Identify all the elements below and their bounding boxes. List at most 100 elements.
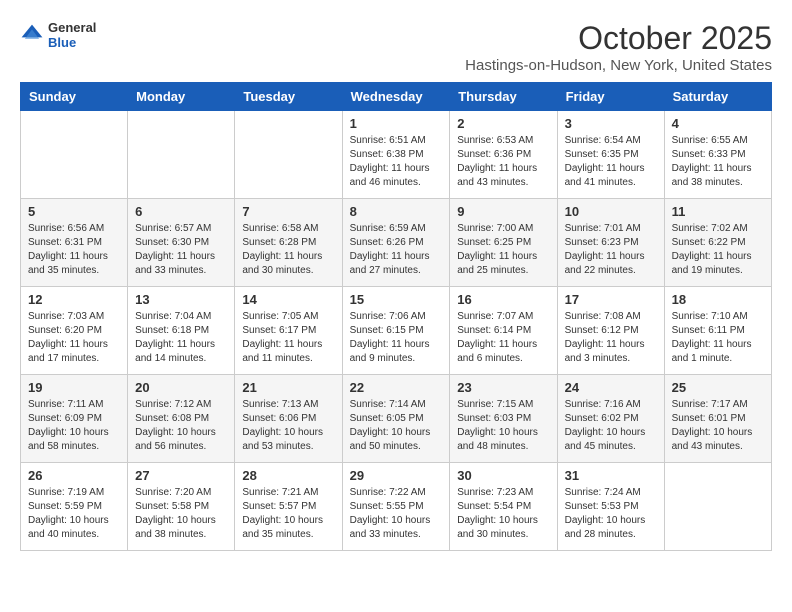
month-title: October 2025 [465,20,772,57]
calendar-cell [21,111,128,199]
calendar-week-3: 12 Sunrise: 7:03 AM Sunset: 6:20 PM Dayli… [21,287,772,375]
calendar-cell: 13 Sunrise: 7:04 AM Sunset: 6:18 PM Dayli… [128,287,235,375]
day-number: 26 [28,468,120,483]
day-number: 24 [565,380,657,395]
day-number: 25 [672,380,764,395]
day-number: 31 [565,468,657,483]
day-info: Sunrise: 7:00 AM Sunset: 6:25 PM Dayligh… [457,222,549,278]
day-info: Sunrise: 7:13 AM Sunset: 6:06 PM Dayligh… [242,398,334,454]
calendar-cell [128,111,235,199]
day-number: 9 [457,204,549,219]
title-section: October 2025 Hastings-on-Hudson, New Yor… [465,20,772,74]
day-info: Sunrise: 6:57 AM Sunset: 6:30 PM Dayligh… [135,222,227,278]
day-info: Sunrise: 7:02 AM Sunset: 6:22 PM Dayligh… [672,222,764,278]
calendar-cell: 29Sunrise: 7:22 AM Sunset: 5:55 PM Dayli… [342,463,450,551]
calendar-week-5: 26 Sunrise: 7:19 AM Sunset: 5:59 PM Dayli… [21,463,772,551]
weekday-header-monday: Monday [128,83,235,111]
logo: General Blue [20,20,96,50]
day-number: 16 [457,292,549,307]
day-info: Sunrise: 6:59 AM Sunset: 6:26 PM Dayligh… [350,222,443,278]
calendar-cell: 30Sunrise: 7:23 AM Sunset: 5:54 PM Dayli… [450,463,557,551]
logo-text: General Blue [48,20,96,50]
day-info: Sunrise: 7:22 AM Sunset: 5:55 PM Dayligh… [350,486,443,542]
day-info: Sunrise: 7:16 AM Sunset: 6:02 PM Dayligh… [565,398,657,454]
calendar-cell: 4 Sunrise: 6:55 AM Sunset: 6:33 PM Daylig… [664,111,771,199]
weekday-header-tuesday: Tuesday [235,83,342,111]
location-title: Hastings-on-Hudson, New York, United Sta… [465,57,772,74]
day-number: 18 [672,292,764,307]
calendar-cell: 9 Sunrise: 7:00 AM Sunset: 6:25 PM Daylig… [450,199,557,287]
weekday-header-saturday: Saturday [664,83,771,111]
weekday-header-friday: Friday [557,83,664,111]
day-number: 11 [672,204,764,219]
day-number: 6 [135,204,227,219]
day-number: 20 [135,380,227,395]
calendar-cell: 21 Sunrise: 7:13 AM Sunset: 6:06 PM Dayli… [235,375,342,463]
logo-icon [20,23,44,47]
day-info: Sunrise: 7:08 AM Sunset: 6:12 PM Dayligh… [565,310,657,366]
calendar-week-2: 5 Sunrise: 6:56 AM Sunset: 6:31 PM Daylig… [21,199,772,287]
day-info: Sunrise: 7:11 AM Sunset: 6:09 PM Dayligh… [28,398,120,454]
weekday-header-sunday: Sunday [21,83,128,111]
calendar-cell: 2 Sunrise: 6:53 AM Sunset: 6:36 PM Daylig… [450,111,557,199]
calendar-cell: 25 Sunrise: 7:17 AM Sunset: 6:01 PM Dayli… [664,375,771,463]
calendar-cell: 7Sunrise: 6:58 AM Sunset: 6:28 PM Daylig… [235,199,342,287]
day-number: 15 [350,292,443,307]
calendar-cell: 19Sunrise: 7:11 AM Sunset: 6:09 PM Dayli… [21,375,128,463]
day-info: Sunrise: 7:17 AM Sunset: 6:01 PM Dayligh… [672,398,764,454]
day-info: Sunrise: 7:04 AM Sunset: 6:18 PM Dayligh… [135,310,227,366]
calendar-cell: 22Sunrise: 7:14 AM Sunset: 6:05 PM Dayli… [342,375,450,463]
day-info: Sunrise: 7:24 AM Sunset: 5:53 PM Dayligh… [565,486,657,542]
day-number: 17 [565,292,657,307]
day-info: Sunrise: 6:55 AM Sunset: 6:33 PM Dayligh… [672,134,764,190]
calendar-cell: 6 Sunrise: 6:57 AM Sunset: 6:30 PM Daylig… [128,199,235,287]
day-number: 7 [242,204,334,219]
day-info: Sunrise: 7:15 AM Sunset: 6:03 PM Dayligh… [457,398,549,454]
weekday-header-thursday: Thursday [450,83,557,111]
calendar-week-4: 19Sunrise: 7:11 AM Sunset: 6:09 PM Dayli… [21,375,772,463]
day-number: 13 [135,292,227,307]
calendar-cell [235,111,342,199]
calendar-cell: 12 Sunrise: 7:03 AM Sunset: 6:20 PM Dayli… [21,287,128,375]
day-number: 5 [28,204,120,219]
calendar-cell: 1 Sunrise: 6:51 AM Sunset: 6:38 PM Daylig… [342,111,450,199]
day-info: Sunrise: 7:12 AM Sunset: 6:08 PM Dayligh… [135,398,227,454]
calendar-cell: 31 Sunrise: 7:24 AM Sunset: 5:53 PM Dayli… [557,463,664,551]
day-info: Sunrise: 6:54 AM Sunset: 6:35 PM Dayligh… [565,134,657,190]
calendar-cell: 24 Sunrise: 7:16 AM Sunset: 6:02 PM Dayli… [557,375,664,463]
day-info: Sunrise: 6:51 AM Sunset: 6:38 PM Dayligh… [350,134,443,190]
calendar: SundayMondayTuesdayWednesdayThursdayFrid… [20,82,772,551]
day-number: 1 [350,116,443,131]
calendar-cell: 16Sunrise: 7:07 AM Sunset: 6:14 PM Dayli… [450,287,557,375]
calendar-cell: 28 Sunrise: 7:21 AM Sunset: 5:57 PM Dayli… [235,463,342,551]
day-info: Sunrise: 7:20 AM Sunset: 5:58 PM Dayligh… [135,486,227,542]
day-number: 2 [457,116,549,131]
calendar-cell: 26 Sunrise: 7:19 AM Sunset: 5:59 PM Dayli… [21,463,128,551]
day-info: Sunrise: 7:21 AM Sunset: 5:57 PM Dayligh… [242,486,334,542]
day-number: 10 [565,204,657,219]
day-number: 4 [672,116,764,131]
day-info: Sunrise: 7:19 AM Sunset: 5:59 PM Dayligh… [28,486,120,542]
day-number: 30 [457,468,549,483]
day-info: Sunrise: 6:56 AM Sunset: 6:31 PM Dayligh… [28,222,120,278]
day-info: Sunrise: 7:01 AM Sunset: 6:23 PM Dayligh… [565,222,657,278]
calendar-cell: 10 Sunrise: 7:01 AM Sunset: 6:23 PM Dayli… [557,199,664,287]
calendar-cell: 5 Sunrise: 6:56 AM Sunset: 6:31 PM Daylig… [21,199,128,287]
day-info: Sunrise: 7:03 AM Sunset: 6:20 PM Dayligh… [28,310,120,366]
calendar-header-row: SundayMondayTuesdayWednesdayThursdayFrid… [21,83,772,111]
calendar-cell: 20 Sunrise: 7:12 AM Sunset: 6:08 PM Dayli… [128,375,235,463]
calendar-cell: 15 Sunrise: 7:06 AM Sunset: 6:15 PM Dayli… [342,287,450,375]
day-info: Sunrise: 6:53 AM Sunset: 6:36 PM Dayligh… [457,134,549,190]
day-info: Sunrise: 7:06 AM Sunset: 6:15 PM Dayligh… [350,310,443,366]
day-number: 14 [242,292,334,307]
calendar-cell: 11 Sunrise: 7:02 AM Sunset: 6:22 PM Dayli… [664,199,771,287]
day-number: 12 [28,292,120,307]
calendar-week-1: 1 Sunrise: 6:51 AM Sunset: 6:38 PM Daylig… [21,111,772,199]
day-number: 21 [242,380,334,395]
day-info: Sunrise: 7:14 AM Sunset: 6:05 PM Dayligh… [350,398,443,454]
day-number: 28 [242,468,334,483]
day-number: 3 [565,116,657,131]
calendar-cell: 18Sunrise: 7:10 AM Sunset: 6:11 PM Dayli… [664,287,771,375]
weekday-header-wednesday: Wednesday [342,83,450,111]
day-number: 23 [457,380,549,395]
